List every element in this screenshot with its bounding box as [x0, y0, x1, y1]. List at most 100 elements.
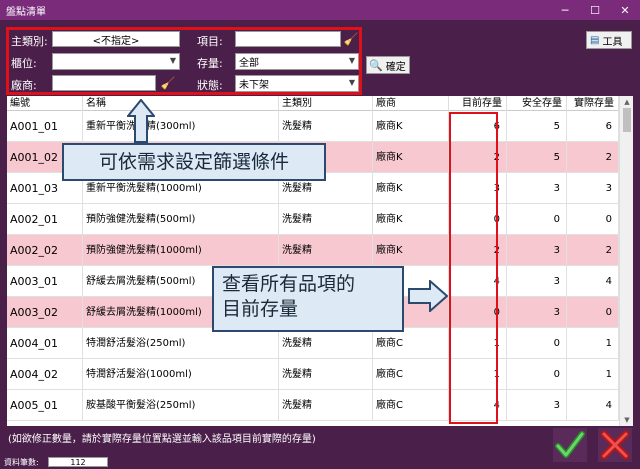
cell-actual-stock[interactable]: 2 — [567, 142, 619, 173]
cell-id: A003_02 — [7, 297, 83, 328]
cell-category: 洗髮精 — [279, 111, 373, 142]
cell-current-stock: 4 — [449, 266, 507, 297]
checkmark-icon[interactable] — [553, 428, 587, 462]
header-category[interactable]: 主類別 — [279, 96, 373, 111]
clear-item-broom-icon[interactable]: 🧹 — [343, 30, 359, 48]
cell-actual-stock[interactable]: 2 — [567, 235, 619, 266]
cell-current-stock: 0 — [449, 204, 507, 235]
cell-actual-stock[interactable]: 1 — [567, 359, 619, 390]
header-actual-stock[interactable]: 實際存量 — [567, 96, 619, 111]
cell-vendor: 廠商C — [373, 390, 449, 421]
scroll-thumb[interactable] — [623, 108, 631, 132]
cell-category: 洗髮精 — [279, 359, 373, 390]
cell-actual-stock[interactable]: 4 — [567, 266, 619, 297]
header-current-stock[interactable]: 目前存量 — [449, 96, 507, 111]
cell-name: 預防強健洗髮精(500ml) — [83, 204, 279, 235]
header-name[interactable]: 名稱 — [83, 96, 279, 111]
arrow-right-icon — [408, 280, 448, 312]
stock-select-value: 全部 — [239, 58, 259, 69]
stock-callout: 查看所有品項的 目前存量 — [212, 266, 404, 332]
cell-name: 特潤舒活髮浴(250ml) — [83, 328, 279, 359]
cell-safety-stock: 0 — [507, 328, 567, 359]
category-field[interactable]: <不指定> — [52, 31, 180, 47]
cell-vendor: 廠商K — [373, 142, 449, 173]
table-row[interactable]: A001_01重新平衡洗髮精(300ml)洗髮精廠商K656 — [7, 111, 619, 142]
cell-actual-stock[interactable]: 0 — [567, 204, 619, 235]
vertical-scrollbar[interactable]: ▲ ▼ — [619, 96, 633, 426]
cell-actual-stock[interactable]: 4 — [567, 390, 619, 421]
header-id[interactable]: 編號 — [7, 96, 83, 111]
cell-actual-stock[interactable]: 3 — [567, 173, 619, 204]
status-bar: 資料筆數: 112 — [0, 455, 550, 469]
cell-current-stock: 0 — [449, 297, 507, 328]
search-icon: 🔍 — [369, 58, 383, 72]
maximize-button[interactable]: ☐ — [580, 0, 610, 20]
shelf-label: 櫃位: — [11, 57, 37, 70]
chevron-down-icon: ▼ — [169, 56, 176, 65]
item-input[interactable] — [235, 31, 341, 47]
chevron-down-icon: ▼ — [348, 78, 355, 87]
cell-vendor: 廠商C — [373, 359, 449, 390]
status-select[interactable]: 未下架 ▼ — [235, 75, 359, 92]
cell-safety-stock: 0 — [507, 359, 567, 390]
status-label: 狀態: — [197, 79, 223, 92]
cell-actual-stock[interactable]: 6 — [567, 111, 619, 142]
cell-current-stock: 1 — [449, 359, 507, 390]
scroll-down-icon[interactable]: ▼ — [620, 414, 633, 426]
header-vendor[interactable]: 廠商 — [373, 96, 449, 111]
stock-callout-line2: 目前存量 — [222, 298, 299, 320]
record-count-label: 資料筆數: — [4, 457, 39, 467]
vendor-input[interactable] — [52, 75, 156, 91]
cell-id: A001_01 — [7, 111, 83, 142]
stock-select[interactable]: 全部 ▼ — [235, 53, 359, 70]
cell-vendor: 廠商K — [373, 235, 449, 266]
tools-button-label: 工具 — [602, 36, 623, 48]
cell-id: A004_02 — [7, 359, 83, 390]
close-button[interactable]: ✕ — [610, 0, 640, 20]
cell-category: 洗髮精 — [279, 328, 373, 359]
cell-category: 洗髮精 — [279, 235, 373, 266]
cell-id: A002_02 — [7, 235, 83, 266]
cell-vendor: 廠商K — [373, 111, 449, 142]
arrow-up-icon — [127, 99, 155, 143]
cell-actual-stock[interactable]: 0 — [567, 297, 619, 328]
cell-name: 胺基酸平衡髮浴(250ml) — [83, 390, 279, 421]
cell-current-stock: 2 — [449, 142, 507, 173]
cell-safety-stock: 5 — [507, 142, 567, 173]
cell-vendor: 廠商C — [373, 328, 449, 359]
cell-safety-stock: 3 — [507, 266, 567, 297]
cell-safety-stock: 3 — [507, 173, 567, 204]
clear-vendor-broom-icon[interactable]: 🧹 — [160, 74, 176, 92]
confirm-button[interactable]: 🔍 確定 — [366, 56, 410, 74]
confirm-button-label: 確定 — [385, 61, 406, 73]
filter-callout: 可依需求設定篩選條件 — [62, 143, 326, 181]
tools-button[interactable]: ▤ 工具 — [586, 31, 632, 49]
stock-callout-line1: 查看所有品項的 — [222, 273, 356, 295]
table-header: 編號 名稱 主類別 廠商 目前存量 安全存量 實際存量 — [7, 96, 619, 111]
cell-current-stock: 3 — [449, 173, 507, 204]
cell-category: 洗髮精 — [279, 390, 373, 421]
table-row[interactable]: A004_01 特潤舒活髮浴(250ml) 洗髮精 廠商C 1 0 1 — [7, 328, 619, 359]
cell-category: 洗髮精 — [279, 204, 373, 235]
minimize-button[interactable]: ─ — [550, 0, 580, 20]
scroll-up-icon[interactable]: ▲ — [620, 96, 633, 108]
cell-name: 特潤舒活髮浴(1000ml) — [83, 359, 279, 390]
cell-id: A002_01 — [7, 204, 83, 235]
cell-safety-stock: 3 — [507, 235, 567, 266]
status-select-value: 未下架 — [239, 80, 269, 91]
cancel-x-icon[interactable] — [598, 428, 632, 462]
cell-safety-stock: 3 — [507, 297, 567, 328]
table-row[interactable]: A004_02 特潤舒活髮浴(1000ml) 洗髮精 廠商C 1 0 1 — [7, 359, 619, 390]
cell-safety-stock: 0 — [507, 204, 567, 235]
stock-label: 存量: — [197, 57, 223, 70]
item-label: 項目: — [197, 35, 223, 48]
cell-actual-stock[interactable]: 1 — [567, 328, 619, 359]
shelf-select[interactable]: ▼ — [52, 53, 180, 70]
cell-id: A004_01 — [7, 328, 83, 359]
chevron-down-icon: ▼ — [348, 56, 355, 65]
header-safety-stock[interactable]: 安全存量 — [507, 96, 567, 111]
cell-safety-stock: 3 — [507, 390, 567, 421]
table-row[interactable]: A002_01 預防強健洗髮精(500ml) 洗髮精 廠商K 0 0 0 — [7, 204, 619, 235]
table-row[interactable]: A002_02 預防強健洗髮精(1000ml) 洗髮精 廠商K 2 3 2 — [7, 235, 619, 266]
table-row[interactable]: A005_01 胺基酸平衡髮浴(250ml) 洗髮精 廠商C 4 3 4 — [7, 390, 619, 421]
